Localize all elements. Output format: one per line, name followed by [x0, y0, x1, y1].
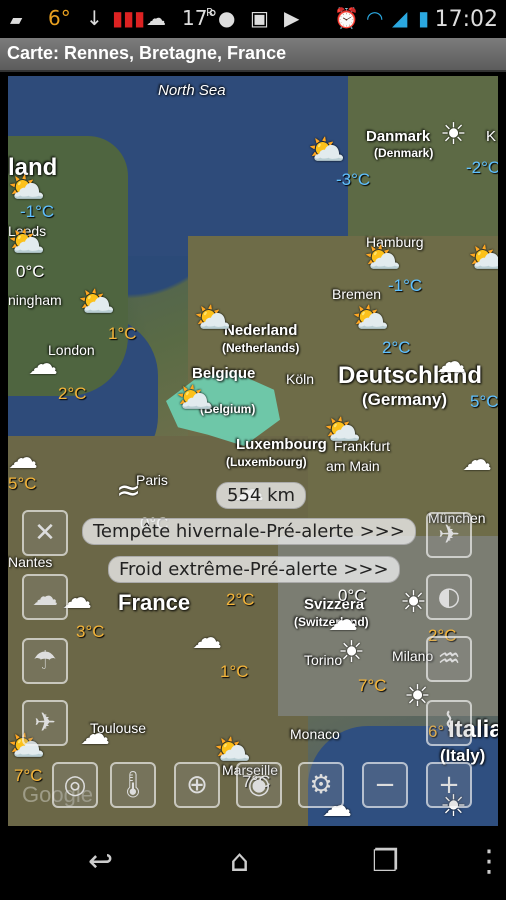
temp-2-de: 2°C	[382, 338, 411, 357]
locate-me-button[interactable]: ◎	[52, 762, 98, 808]
layer-precip-button[interactable]: ☂	[22, 638, 68, 684]
sun-icon: ☀	[400, 585, 427, 620]
temp-0-uk: 0°C	[16, 262, 45, 281]
layer-cloud-button[interactable]: ☁	[22, 574, 68, 620]
cloud-icon: ☁	[8, 441, 38, 476]
partly-cloudy-icon: ⛅	[176, 381, 214, 416]
page-title: Carte: Rennes, Bretagne, France	[7, 43, 287, 63]
temp-2-fr: 2°C	[226, 590, 255, 609]
overflow-menu-icon[interactable]: ⋮	[474, 844, 504, 879]
thermometer-button[interactable]: 🌡	[110, 762, 156, 808]
temp-minus1-de: -1°C	[388, 276, 423, 295]
label-luxembourg: Luxembourg	[236, 436, 327, 453]
zoom-in-button[interactable]: +	[426, 762, 472, 808]
partly-cloudy-icon: ⛅	[8, 225, 46, 260]
temperature-indicator: 6°	[48, 6, 71, 30]
download-icon: ↓	[86, 6, 103, 30]
cloud-icon: ☁	[80, 717, 110, 752]
weather-map[interactable]: North Sea Danmark (Denmark) K Hamburg Br…	[8, 76, 498, 826]
settings-button[interactable]: ⚙	[298, 762, 344, 808]
circle-icon: ●	[218, 6, 236, 30]
label-north-sea: North Sea	[158, 82, 226, 99]
cloud-icon: ☁	[328, 603, 358, 638]
layer-satellite-button[interactable]: ◐	[426, 574, 472, 620]
distance-label: 554 km	[216, 482, 307, 509]
label-edge-k: K	[486, 128, 497, 145]
label-nederland-alt: (Netherlands)	[222, 341, 300, 355]
fog-icon: ≈	[116, 473, 142, 508]
image-icon: ▣	[250, 6, 269, 30]
label-bremen: Bremen	[332, 286, 382, 302]
alert-extreme-cold[interactable]: Froid extrême-Pré-alerte >>>	[108, 556, 400, 583]
temp-minus2: -2°C	[466, 158, 498, 177]
cloud-icon: ☁	[436, 345, 466, 380]
label-nederland: Nederland	[224, 322, 298, 339]
weather-cloud-icon: ☁	[146, 6, 166, 30]
partly-cloudy-icon: ⛅	[8, 171, 46, 206]
partly-cloudy-icon: ⛅	[78, 285, 116, 320]
alert-winter-storm[interactable]: Tempête hivernale-Pré-alerte >>>	[82, 518, 416, 545]
layer-radar-button[interactable]: ✈	[426, 512, 472, 558]
battery-icon: ▮	[418, 6, 430, 30]
label-koln: Köln	[286, 371, 315, 387]
sun-icon: ☀	[338, 635, 365, 670]
center-map-button[interactable]: ⊕	[174, 762, 220, 808]
temp-7-sw: 7°C	[14, 766, 43, 785]
label-frankfurt-alt: am Main	[326, 458, 380, 474]
clock: 17:02	[434, 7, 498, 32]
cloud-icon: ☁	[192, 621, 222, 656]
label-deutschland-alt: (Germany)	[362, 390, 448, 409]
android-nav-bar: ↩ ⌂ ❐ ⋮	[0, 826, 506, 900]
wifi-icon: ◠	[366, 6, 384, 30]
app-notification-icon: ▰	[10, 10, 23, 29]
partly-cloudy-icon: ⛅	[308, 133, 346, 168]
temp-5-de: 5°C	[470, 392, 498, 411]
back-icon[interactable]: ↩	[88, 844, 113, 879]
temperature-sup: R	[206, 6, 214, 19]
layer-waves-button[interactable]: ⌇	[426, 700, 472, 746]
label-birmingham: ningham	[8, 292, 62, 308]
partly-cloudy-icon: ⛅	[194, 301, 232, 336]
label-torino: Torino	[304, 652, 343, 668]
label-denmark: Danmark	[366, 128, 431, 145]
alarm-icon: ⏰	[334, 6, 359, 30]
temp-1-uk: 1°C	[108, 324, 137, 343]
partly-cloudy-icon: ⛅	[364, 241, 402, 276]
zoom-out-button[interactable]: −	[362, 762, 408, 808]
status-bar: ▰ 6° ↓ ▮▮▮ ☁ 17° R ● ▣ ▶ ⏰ ◠ ◢ ▮ 17:02	[0, 0, 506, 38]
satellite-view-button[interactable]: ◉	[236, 762, 282, 808]
partly-cloudy-icon: ⛅	[352, 301, 390, 336]
sun-icon: ☀	[440, 117, 467, 152]
temp-3-fr: 3°C	[76, 622, 105, 641]
temp-1-fr: 1°C	[220, 662, 249, 681]
temp-2-london: 2°C	[58, 384, 87, 403]
label-denmark-alt: (Denmark)	[374, 146, 434, 160]
temp-minus3: -3°C	[336, 170, 371, 189]
snow-cloud-icon: ☁	[462, 443, 492, 478]
label-france: France	[118, 590, 191, 615]
label-nantes: Nantes	[8, 554, 53, 570]
label-luxembourg-alt: (Luxembourg)	[226, 455, 307, 469]
title-bar: Carte: Rennes, Bretagne, France	[0, 38, 506, 72]
cloud-icon: ☁	[28, 347, 58, 382]
label-belgique: Belgique	[192, 365, 256, 382]
layer-temperature-button[interactable]: ✕	[22, 510, 68, 556]
play-store-icon: ▶	[284, 6, 300, 30]
cell-signal-icon: ◢	[392, 6, 408, 30]
partly-cloudy-icon: ⛅	[468, 241, 498, 276]
home-icon[interactable]: ⌂	[230, 844, 249, 879]
recent-apps-icon[interactable]: ❐	[372, 844, 399, 879]
temp-5-west: 5°C	[8, 474, 37, 493]
partly-cloudy-icon: ⛅	[324, 413, 362, 448]
signal-bars-icon: ▮▮▮	[112, 6, 146, 30]
layer-wind-button[interactable]: ✈	[22, 700, 68, 746]
layer-pressure-button[interactable]: ♒	[426, 636, 472, 682]
label-monaco: Monaco	[290, 726, 340, 742]
temp-7-it: 7°C	[358, 676, 387, 695]
